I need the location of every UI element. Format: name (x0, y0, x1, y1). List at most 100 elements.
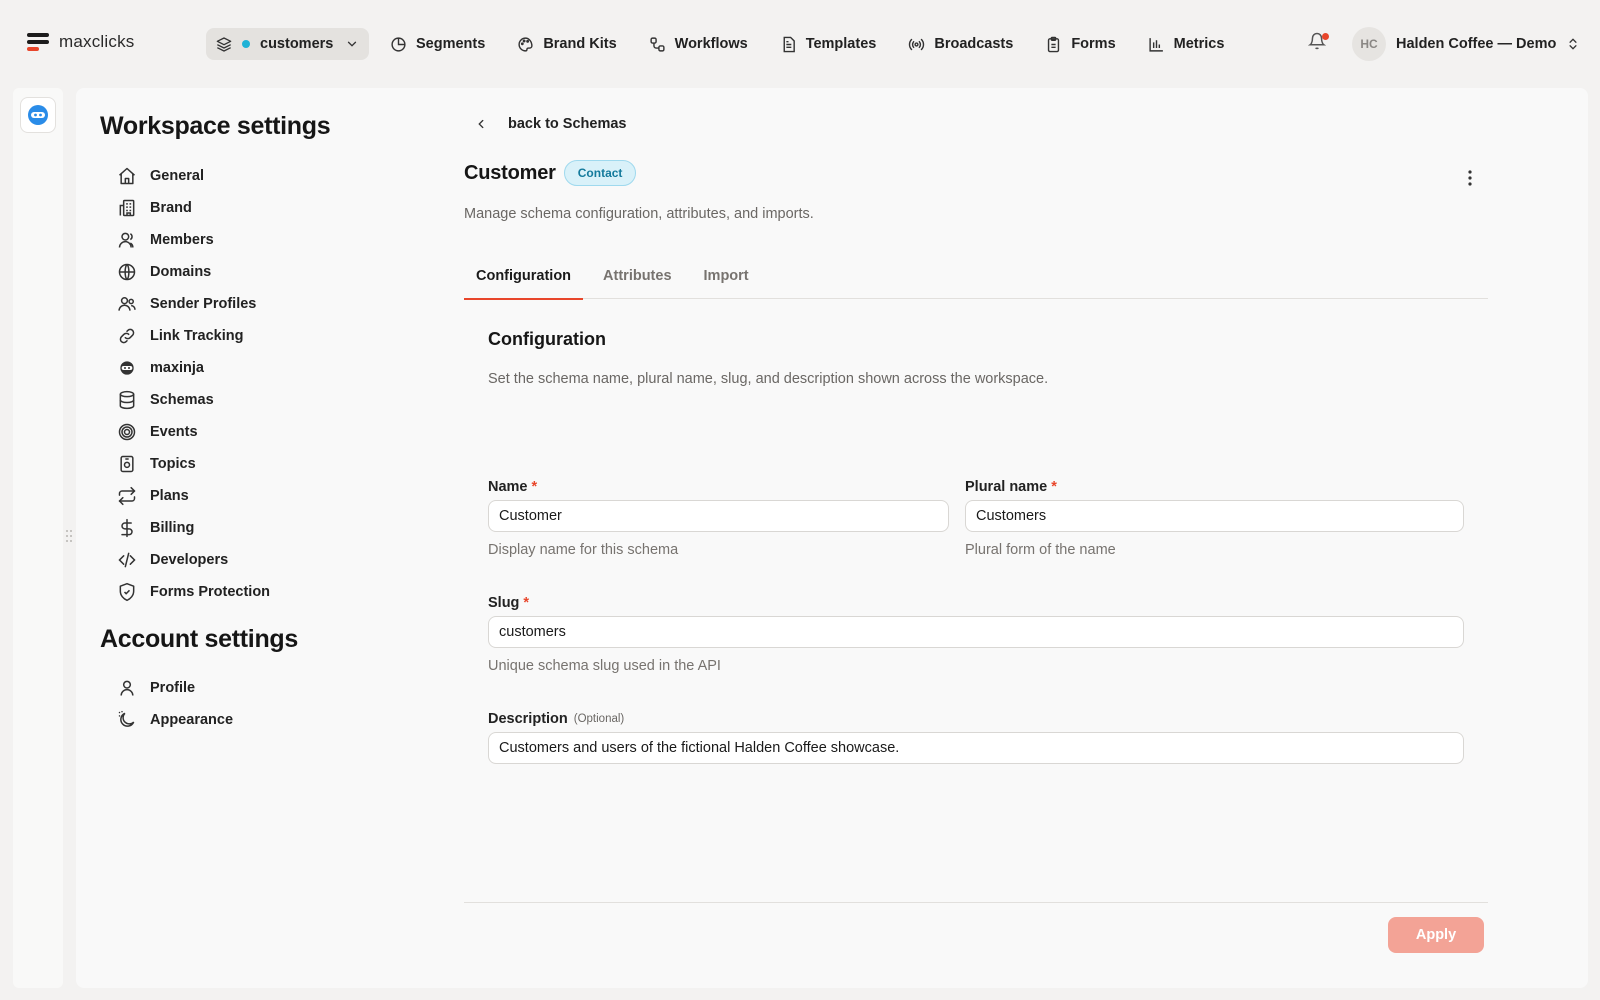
plural-name-label: Plural name * (965, 478, 1464, 496)
left-rail (13, 88, 63, 988)
sidebar-item-domains[interactable]: Domains (117, 256, 270, 288)
brand-name: maxclicks (59, 32, 135, 51)
sidebar-item-plans[interactable]: Plans (117, 480, 270, 512)
nav-segments[interactable]: Segments (390, 36, 485, 53)
account-settings-list: Profile Appearance (117, 672, 233, 736)
sidebar-item-label: General (150, 168, 204, 184)
sidebar-item-label: Brand (150, 200, 192, 216)
repeat-icon (117, 486, 137, 506)
kebab-icon (1464, 168, 1476, 188)
required-marker: * (531, 479, 538, 495)
chevron-down-icon (345, 37, 359, 51)
schema-content: back to Schemas Customer Contact Manage … (464, 88, 1490, 988)
nav-label: Brand Kits (543, 36, 617, 52)
sidebar-item-label: Sender Profiles (150, 296, 257, 312)
status-dot (242, 40, 250, 48)
nav-brand-kits[interactable]: Brand Kits (517, 36, 617, 53)
resize-handle[interactable] (65, 529, 73, 543)
sidebar-item-forms-protection[interactable]: Forms Protection (117, 576, 270, 608)
page-title: Customer (464, 161, 556, 184)
slug-input[interactable] (488, 616, 1464, 648)
sidebar-item-label: Billing (150, 520, 195, 536)
sidebar-item-label: Schemas (150, 392, 214, 408)
layers-icon (216, 36, 232, 52)
sidebar-item-label: Developers (150, 552, 229, 568)
sidebar-item-label: Appearance (150, 712, 234, 728)
tab-configuration[interactable]: Configuration (464, 253, 584, 300)
sidebar-item-sender-profiles[interactable]: Sender Profiles (117, 288, 270, 320)
schema-type-badge: Contact (563, 160, 637, 186)
nav-label: Templates (805, 36, 877, 52)
account-switcher[interactable]: HC Halden Coffee — Demo (1352, 27, 1580, 61)
page-subtitle: Manage schema configuration, attributes,… (464, 206, 814, 222)
sidebar-item-topics[interactable]: Topics (117, 448, 270, 480)
pie-chart-icon (390, 36, 407, 53)
topic-icon (117, 454, 137, 474)
field-label-text: Slug (488, 595, 520, 611)
sidebar-item-profile[interactable]: Profile (117, 672, 233, 704)
user-icon (117, 230, 137, 250)
nav-metrics[interactable]: Metrics (1148, 36, 1224, 53)
workspace-settings-list: General Brand Members Domains Sender Pro… (117, 160, 270, 608)
user-icon (117, 678, 137, 698)
palette-icon (517, 36, 534, 53)
assistant-button[interactable] (20, 97, 56, 133)
sidebar-item-general[interactable]: General (117, 160, 270, 192)
apply-button[interactable]: Apply (1388, 917, 1484, 953)
nav-workflows[interactable]: Workflows (649, 36, 748, 53)
sidebar-item-developers[interactable]: Developers (117, 544, 270, 576)
sidebar-item-label: Domains (150, 264, 212, 280)
sidebar-item-link-tracking[interactable]: Link Tracking (117, 320, 270, 352)
sidebar-item-schemas[interactable]: Schemas (117, 384, 270, 416)
bar-chart-icon (1148, 36, 1165, 53)
tab-import[interactable]: Import (692, 253, 761, 299)
section-subtitle: Set the schema name, plural name, slug, … (488, 371, 1049, 387)
nav-broadcasts[interactable]: Broadcasts (908, 36, 1013, 53)
back-link[interactable]: back to Schemas (474, 116, 626, 132)
document-icon (780, 36, 797, 53)
sidebar-item-maxinja[interactable]: maxinja (117, 352, 270, 384)
chevron-updown-icon (1566, 37, 1580, 51)
footer-divider (464, 902, 1488, 903)
field-label-text: Plural name (965, 479, 1048, 495)
description-field: Description (Optional) (488, 710, 1464, 764)
moon-icon (117, 710, 137, 730)
avatar: HC (1352, 27, 1386, 61)
sidebar-item-billing[interactable]: Billing (117, 512, 270, 544)
description-label: Description (Optional) (488, 710, 1464, 728)
sidebar-item-label: maxinja (150, 360, 204, 376)
schema-tabs: Configuration Attributes Import (464, 253, 1488, 300)
brand-logo[interactable]: maxclicks (27, 30, 134, 54)
clipboard-icon (1045, 36, 1062, 53)
sidebar-item-label: Events (150, 424, 198, 440)
database-icon (117, 390, 137, 410)
project-switcher[interactable]: customers (206, 28, 369, 60)
sidebar-item-label: Profile (150, 680, 196, 696)
sidebar-item-brand[interactable]: Brand (117, 192, 270, 224)
link-icon (117, 326, 137, 346)
name-input[interactable] (488, 500, 949, 532)
account-settings-title: Account settings (100, 625, 298, 653)
name-field: Name * Display name for this schema (488, 478, 949, 558)
optional-marker: (Optional) (573, 713, 625, 725)
more-options-button[interactable] (1464, 168, 1476, 188)
slug-label: Slug * (488, 594, 1464, 612)
slug-field: Slug * Unique schema slug used in the AP… (488, 594, 1464, 674)
top-bar: maxclicks customers Segments Brand Kits … (0, 0, 1600, 88)
sidebar-item-members[interactable]: Members (117, 224, 270, 256)
sidebar-item-appearance[interactable]: Appearance (117, 704, 233, 736)
project-label: customers (260, 36, 334, 52)
chevron-left-icon (474, 117, 488, 131)
field-label-text: Description (488, 711, 568, 727)
tab-attributes[interactable]: Attributes (591, 253, 683, 299)
notifications-bell[interactable] (1308, 32, 1330, 54)
description-input[interactable] (488, 732, 1464, 764)
nav-label: Segments (416, 36, 486, 52)
nav-templates[interactable]: Templates (780, 36, 877, 53)
workspace-settings-title: Workspace settings (100, 112, 331, 140)
required-marker: * (1051, 479, 1057, 495)
plural-name-input[interactable] (965, 500, 1464, 532)
broadcast-icon (908, 36, 925, 53)
sidebar-item-events[interactable]: Events (117, 416, 270, 448)
nav-forms[interactable]: Forms (1045, 36, 1116, 53)
